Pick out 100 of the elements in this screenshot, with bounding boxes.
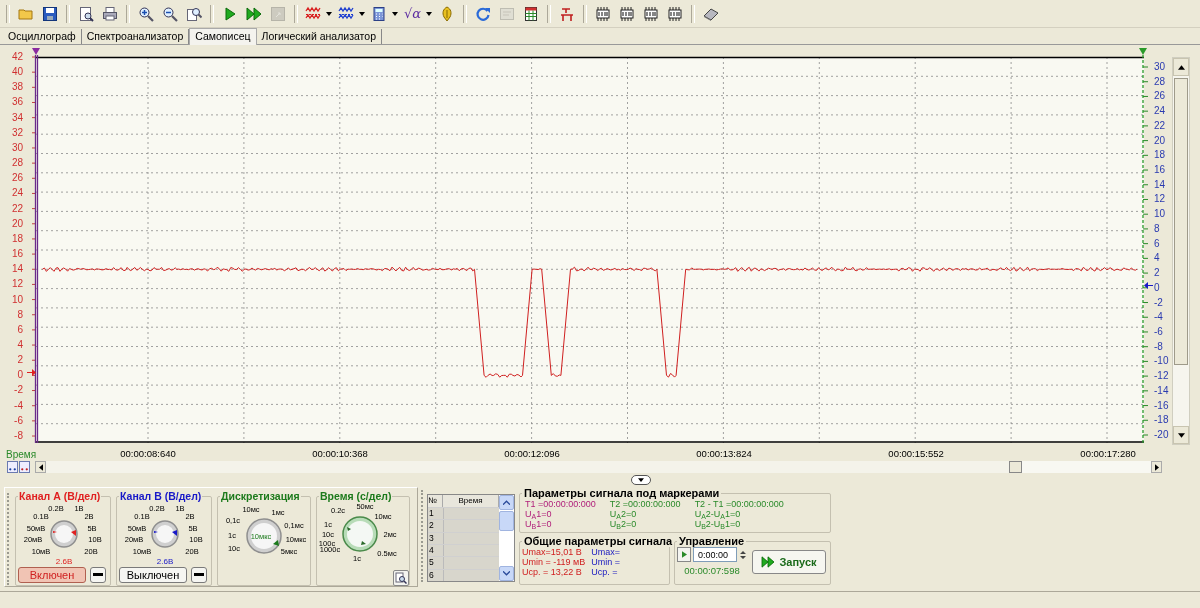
parameter-text: T2 =00:00:00:000	[609, 499, 681, 509]
group-title: Параметры сигнала под маркерами	[523, 487, 721, 499]
arrow-left-icon	[38, 463, 43, 471]
tab[interactable]: Логический анализатор	[256, 29, 382, 44]
axis-label: 26	[11, 172, 24, 185]
cursor-marker[interactable]	[32, 48, 40, 443]
axis-label: 8	[1154, 222, 1161, 235]
axis-label: 00:00:08:640	[120, 448, 176, 459]
knob-value: 2.6В	[156, 556, 174, 566]
parameter-text: U$_{B}$2=0	[609, 519, 638, 529]
spinner-icon[interactable]	[739, 549, 747, 560]
chip-icon	[619, 5, 636, 22]
axis-label: 24	[1154, 105, 1167, 118]
time-field[interactable]: 0:00:00	[693, 547, 737, 562]
scroll-thumb[interactable]	[1009, 461, 1022, 473]
axis-label: 00:00:15:552	[888, 448, 944, 459]
vertical-scrollbar[interactable]	[1172, 57, 1190, 445]
group-title: Канал В (В/дел)	[119, 490, 203, 502]
tab[interactable]: Самописец	[189, 28, 257, 45]
axis-label: -14	[1154, 384, 1170, 397]
scroll-thumb[interactable]	[1174, 78, 1188, 365]
level-arrow-icon[interactable]	[27, 368, 36, 376]
cursor-marker[interactable]	[1139, 48, 1147, 443]
knob[interactable]	[245, 517, 283, 555]
tab[interactable]: Осциллограф	[3, 29, 82, 44]
knob[interactable]	[150, 519, 180, 549]
minus-icon	[93, 573, 103, 577]
axis-label: 32	[11, 126, 24, 139]
axis-label: 16	[1154, 164, 1167, 177]
axis-label: 2	[1154, 267, 1161, 280]
axis-label: 00:00:13:824	[696, 448, 752, 459]
axis-label: 12	[11, 278, 24, 291]
document-icon	[499, 5, 516, 22]
antenna-icon	[559, 5, 576, 22]
axis-label: 14	[11, 263, 24, 276]
scroll-up-button[interactable]	[1173, 58, 1189, 76]
scroll-right-button[interactable]	[1151, 461, 1162, 473]
parameter-text: Umin =	[591, 557, 621, 567]
axis-label: 42	[11, 51, 24, 63]
horizontal-scrollbar[interactable]	[35, 461, 1162, 473]
toolbar-button[interactable]: √α	[402, 2, 435, 25]
parameter-text: T1 =00:00:00:000	[525, 499, 596, 509]
magnifier-button[interactable]	[393, 570, 409, 586]
axis-label: 4	[1154, 252, 1161, 265]
parameter-text: U$_{A}$2=0	[609, 509, 638, 519]
scroll-thumb[interactable]	[499, 511, 514, 531]
knob[interactable]	[49, 519, 79, 549]
calculator-icon	[371, 5, 387, 22]
table-cell-text: 2	[428, 520, 435, 532]
axis-label: 2	[17, 354, 24, 367]
axis-label: -16	[1154, 399, 1170, 412]
table-cell-text: 5	[428, 557, 435, 569]
scroll-left-button[interactable]	[35, 461, 46, 473]
parameter-text: U$_{B}$1=0	[525, 519, 553, 529]
axis-label: -2	[14, 384, 24, 397]
axis-label: -4	[14, 399, 24, 412]
stop-icon	[270, 5, 286, 22]
axis-label: 28	[11, 157, 24, 170]
chip-icon	[667, 5, 684, 22]
axis-label: 10	[1154, 208, 1167, 221]
axis-label: -18	[1154, 414, 1170, 427]
minus-icon	[194, 573, 204, 577]
level-arrow-icon[interactable]	[1144, 282, 1153, 289]
parameter-text: Uср. = 13,22 В	[522, 567, 583, 577]
chevron-down-icon	[503, 571, 510, 576]
zoom-button[interactable]	[7, 461, 18, 473]
toggle-button[interactable]: Выключен	[119, 567, 187, 583]
group-title: Дискретизация	[220, 490, 301, 502]
zoom-in-icon	[138, 5, 154, 22]
parameter-text: Umax=15,01 В	[522, 547, 583, 557]
axis-label: -6	[1154, 325, 1164, 338]
parameter-text: Umax=	[591, 547, 621, 557]
fast-forward-icon	[761, 555, 776, 568]
chevron-down-icon	[638, 478, 644, 482]
arrow-right-icon	[1154, 463, 1159, 471]
axis-label: -6	[14, 414, 24, 427]
start-button[interactable]: Запуск	[752, 549, 826, 574]
scroll-down-button[interactable]	[1173, 426, 1189, 444]
axis-label: 30	[11, 141, 24, 154]
minus-button[interactable]	[191, 567, 207, 583]
group-title: Управление	[678, 535, 745, 547]
minus-button[interactable]	[90, 567, 106, 583]
axis-label: 24	[11, 187, 24, 200]
arrow-down-icon	[1177, 432, 1185, 438]
axis-label: 16	[11, 248, 24, 261]
zoom-button[interactable]	[19, 461, 30, 473]
elapsed-time: 00:00:07:598	[684, 565, 740, 576]
axis-label: 6	[1154, 237, 1161, 250]
axis-label: 14	[1154, 178, 1167, 191]
chip-icon	[595, 5, 612, 22]
axis-label: 4	[17, 338, 24, 351]
axis-label: 40	[11, 66, 24, 79]
axis-label: 28	[1154, 75, 1167, 88]
play-button[interactable]	[677, 547, 691, 562]
axis-label: 00:00:12:096	[504, 448, 560, 459]
zoom-out-icon	[162, 5, 178, 22]
axis-label: -20	[1154, 428, 1170, 441]
axis-label: -8	[1154, 340, 1164, 353]
axis-label: -4	[1154, 311, 1164, 324]
collapse-button[interactable]	[631, 475, 651, 485]
